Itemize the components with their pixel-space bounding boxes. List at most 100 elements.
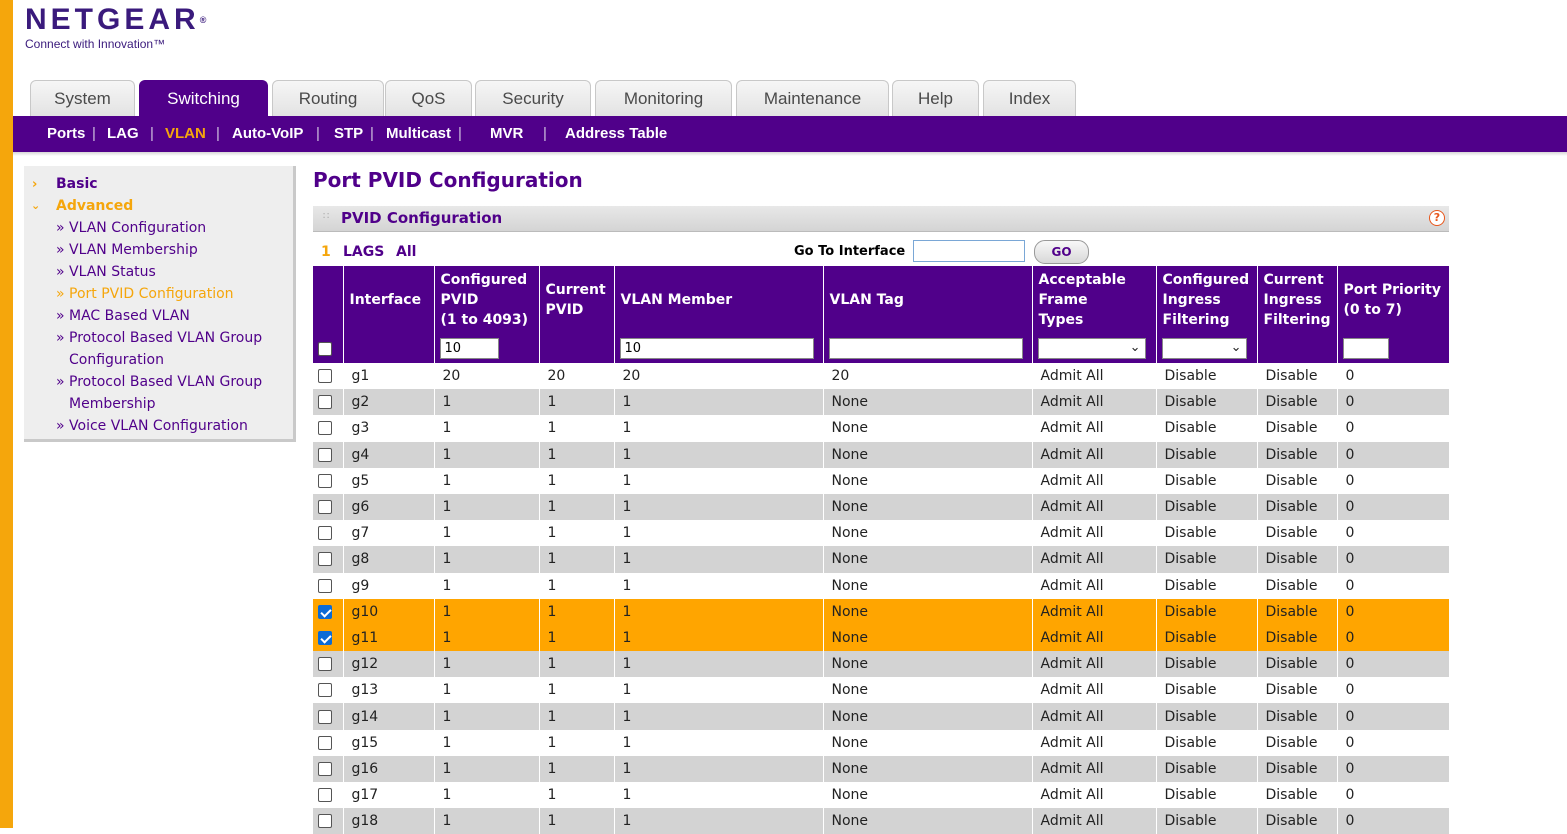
table-row[interactable]: g12 1 1 1 None Admit All Disable Disable 0 [313, 651, 1450, 678]
vlan-tag-cell: None [823, 703, 1033, 730]
subnav-ports[interactable]: Ports [47, 125, 85, 142]
table-row[interactable]: g14 1 1 1 None Admit All Disable Disable 0 [313, 703, 1450, 730]
row-checkbox[interactable] [318, 552, 332, 567]
current-ingress-cell: Disable [1257, 389, 1338, 416]
table-row[interactable]: g8 1 1 1 None Admit All Disable Disable 0 [313, 546, 1450, 573]
row-checkbox[interactable] [318, 814, 332, 829]
priority-input[interactable] [1342, 338, 1389, 359]
vlan-member-cell: 1 [614, 651, 824, 678]
vlan-tag-input[interactable] [828, 338, 1023, 359]
tab-system[interactable]: System [30, 80, 135, 117]
table-row[interactable]: g17 1 1 1 None Admit All Disable Disable 0 [313, 782, 1450, 809]
row-checkbox[interactable] [318, 630, 332, 645]
tab-maintenance[interactable]: Maintenance [736, 80, 889, 117]
configured-ingress-cell: Disable [1156, 520, 1258, 547]
sidebar-advanced[interactable]: Advanced [56, 198, 133, 214]
table-row[interactable]: g7 1 1 1 None Admit All Disable Disable 0 [313, 520, 1450, 547]
current-ingress-cell: Disable [1257, 624, 1338, 652]
sidebar-item-vlan-configuration[interactable]: » VLAN Configuration [56, 220, 206, 236]
tab-index[interactable]: Index [983, 80, 1076, 117]
row-checkbox[interactable] [318, 526, 332, 541]
table-row[interactable]: g16 1 1 1 None Admit All Disable Disable 0 [313, 755, 1450, 782]
sidebar-item-mac-based-vlan[interactable]: » MAC Based VLAN [56, 308, 190, 324]
table-row[interactable]: g5 1 1 1 None Admit All Disable Disable 0 [313, 467, 1450, 494]
table-row[interactable]: g18 1 1 1 None Admit All Disable Disable 0 [313, 808, 1450, 834]
current-ingress-cell: Disable [1257, 782, 1338, 809]
row-checkbox[interactable] [318, 395, 332, 410]
filter-all[interactable]: All [396, 244, 416, 260]
filter-unit-1[interactable]: 1 [321, 244, 331, 260]
table-row[interactable]: g6 1 1 1 None Admit All Disable Disable 0 [313, 493, 1450, 521]
interface-cell: g15 [343, 729, 435, 756]
pvid-input[interactable] [439, 338, 499, 359]
table-row[interactable]: g15 1 1 1 None Admit All Disable Disable 0 [313, 729, 1450, 756]
subnav-mvr[interactable]: MVR [490, 125, 523, 142]
table-row[interactable]: g1 20 20 20 20 Admit All Disable Disable 0 [313, 363, 1450, 390]
frame-types-cell: Admit All [1032, 415, 1157, 442]
row-checkbox[interactable] [318, 735, 332, 750]
row-checkbox[interactable] [318, 578, 332, 593]
sidebar-item-protocol-vlan-group-config[interactable]: » Protocol Based VLAN Group [56, 330, 262, 346]
goto-interface-input[interactable] [913, 240, 1025, 262]
subnav-auto-voip[interactable]: Auto-VoIP [232, 125, 303, 142]
vlan-member-input[interactable] [619, 338, 814, 359]
tab-label: Index [1008, 89, 1051, 108]
help-icon[interactable]: ? [1429, 210, 1445, 226]
vlan-member-cell: 1 [614, 415, 824, 442]
subnav-address-table[interactable]: Address Table [565, 125, 667, 142]
sidebar-basic[interactable]: Basic [56, 176, 98, 192]
row-checkbox[interactable] [318, 421, 332, 436]
configured-ingress-cell: Disable [1156, 782, 1258, 809]
go-button[interactable]: GO [1034, 240, 1089, 264]
sidebar-item-vlan-membership[interactable]: » VLAN Membership [56, 242, 198, 258]
row-checkbox[interactable] [318, 473, 332, 488]
select-all-checkbox[interactable] [318, 341, 332, 356]
edit-cell [343, 334, 435, 363]
tab-switching[interactable]: Switching [139, 80, 268, 117]
table-row[interactable]: g10 1 1 1 None Admit All Disable Disable 0 [313, 598, 1450, 625]
table-row[interactable]: g2 1 1 1 None Admit All Disable Disable 0 [313, 389, 1450, 416]
row-checkbox[interactable] [318, 788, 332, 803]
current-ingress-cell: Disable [1257, 808, 1338, 834]
tab-qos[interactable]: QoS [385, 80, 472, 117]
port-priority-cell: 0 [1337, 598, 1450, 625]
current-ingress-cell: Disable [1257, 755, 1338, 782]
sidebar-item-protocol-vlan-group-membership-cont[interactable]: Membership [69, 396, 156, 412]
table-row[interactable]: g3 1 1 1 None Admit All Disable Disable 0 [313, 415, 1450, 442]
row-checkbox[interactable] [318, 500, 332, 515]
sidebar-item-port-pvid-configuration[interactable]: » Port PVID Configuration [56, 286, 234, 302]
row-select-cell [313, 363, 344, 390]
row-checkbox[interactable] [318, 683, 332, 698]
subnav-lag[interactable]: LAG [107, 125, 139, 142]
subnav-stp[interactable]: STP [334, 125, 363, 142]
table-row[interactable]: g13 1 1 1 None Admit All Disable Disable 0 [313, 677, 1450, 704]
edit-row: ⌄ ⌄ [313, 334, 1450, 363]
subnav-multicast[interactable]: Multicast [386, 125, 451, 142]
tab-routing[interactable]: Routing [272, 80, 384, 117]
table-row[interactable]: g9 1 1 1 None Admit All Disable Disable 0 [313, 572, 1450, 599]
port-priority-cell: 0 [1337, 363, 1450, 390]
interface-cell: g6 [343, 493, 435, 521]
row-checkbox[interactable] [318, 447, 332, 462]
sidebar-item-voice-vlan-configuration[interactable]: » Voice VLAN Configuration [56, 418, 248, 434]
row-checkbox[interactable] [318, 657, 332, 672]
frame-types-select[interactable]: ⌄ [1037, 338, 1146, 359]
ingress-filtering-select[interactable]: ⌄ [1161, 338, 1247, 359]
subnav-vlan[interactable]: VLAN [165, 125, 206, 142]
edit-cell [1257, 334, 1338, 363]
row-checkbox[interactable] [318, 369, 332, 384]
vlan-member-cell: 1 [614, 520, 824, 547]
row-checkbox[interactable] [318, 709, 332, 724]
table-row[interactable]: g11 1 1 1 None Admit All Disable Disable 0 [313, 624, 1450, 652]
tab-help[interactable]: Help [892, 80, 979, 117]
row-checkbox[interactable] [318, 761, 332, 776]
tab-security[interactable]: Security [475, 80, 591, 117]
filter-lags[interactable]: LAGS [343, 244, 384, 260]
table-row[interactable]: g4 1 1 1 None Admit All Disable Disable 0 [313, 441, 1450, 468]
sidebar-item-protocol-vlan-group-membership[interactable]: » Protocol Based VLAN Group [56, 374, 262, 390]
tab-monitoring[interactable]: Monitoring [595, 80, 732, 117]
left-accent-stripe [0, 0, 13, 828]
row-checkbox[interactable] [318, 604, 332, 619]
sidebar-item-vlan-status[interactable]: » VLAN Status [56, 264, 156, 280]
sidebar-item-protocol-vlan-group-config-cont[interactable]: Configuration [69, 352, 164, 368]
